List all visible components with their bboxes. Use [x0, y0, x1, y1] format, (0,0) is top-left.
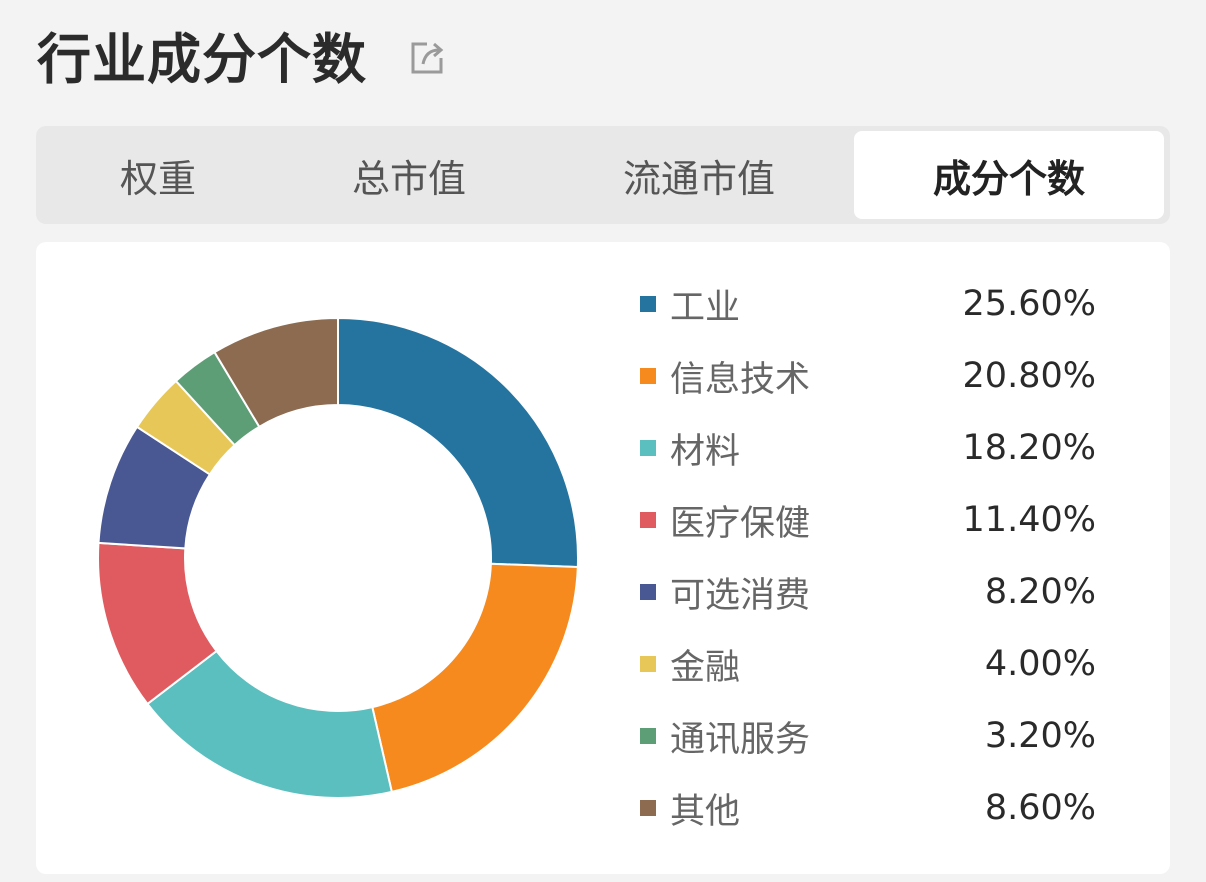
page-title: 行业成分个数: [37, 27, 367, 91]
legend-swatch: [640, 440, 656, 456]
tab-total-market-value[interactable]: 总市值: [274, 131, 544, 219]
legend-value: 18.20%: [962, 428, 1096, 468]
legend-swatch: [640, 656, 656, 672]
legend-item[interactable]: 可选消费 8.20%: [636, 556, 1136, 628]
legend-label: 可选消费: [670, 575, 811, 616]
legend-item[interactable]: 信息技术 20.80%: [636, 340, 1136, 412]
legend-swatch: [640, 512, 656, 528]
legend-swatch: [640, 800, 656, 816]
legend-label: 其他: [670, 791, 741, 832]
legend-item[interactable]: 金融 4.00%: [636, 628, 1136, 700]
share-icon[interactable]: [407, 38, 447, 78]
tab-weight[interactable]: 权重: [42, 131, 274, 219]
header: 行业成分个数: [37, 14, 447, 94]
legend-swatch: [640, 728, 656, 744]
legend-label: 材料: [670, 431, 741, 472]
legend-item[interactable]: 医疗保健 11.40%: [636, 484, 1136, 556]
tab-constituent-count[interactable]: 成分个数: [854, 131, 1164, 219]
chart-card: 工业 25.60% 信息技术 20.80% 材料 18.20% 医疗保健 11.40% 可选消费…: [36, 242, 1170, 874]
legend-swatch: [640, 584, 656, 600]
legend-item[interactable]: 工业 25.60%: [636, 268, 1136, 340]
legend-label: 信息技术: [670, 359, 811, 400]
legend-label: 金融: [670, 647, 741, 688]
donut-slice-1[interactable]: [371, 562, 579, 794]
donut-chart: [97, 316, 579, 799]
legend-value: 4.00%: [984, 644, 1096, 684]
tab-float-market-value[interactable]: 流通市值: [544, 131, 854, 219]
legend-swatch: [640, 296, 656, 312]
legend-item[interactable]: 其他 8.60%: [636, 772, 1136, 844]
legend-value: 8.20%: [984, 572, 1096, 612]
legend-swatch: [640, 368, 656, 384]
legend-value: 11.40%: [962, 500, 1096, 540]
legend-item[interactable]: 通讯服务 3.20%: [636, 700, 1136, 772]
legend-label: 通讯服务: [670, 719, 811, 760]
legend-item[interactable]: 材料 18.20%: [636, 412, 1136, 484]
donut-slice-0[interactable]: [337, 316, 579, 569]
legend-value: 8.60%: [984, 788, 1096, 828]
legend-value: 20.80%: [962, 356, 1096, 396]
metric-tabs: 权重 总市值 流通市值 成分个数: [36, 126, 1170, 224]
legend-label: 医疗保健: [670, 503, 811, 544]
legend-value: 3.20%: [984, 716, 1096, 756]
legend-value: 25.60%: [962, 284, 1096, 324]
legend-label: 工业: [670, 287, 741, 328]
legend: 工业 25.60% 信息技术 20.80% 材料 18.20% 医疗保健 11.40% 可选消费…: [636, 268, 1136, 844]
